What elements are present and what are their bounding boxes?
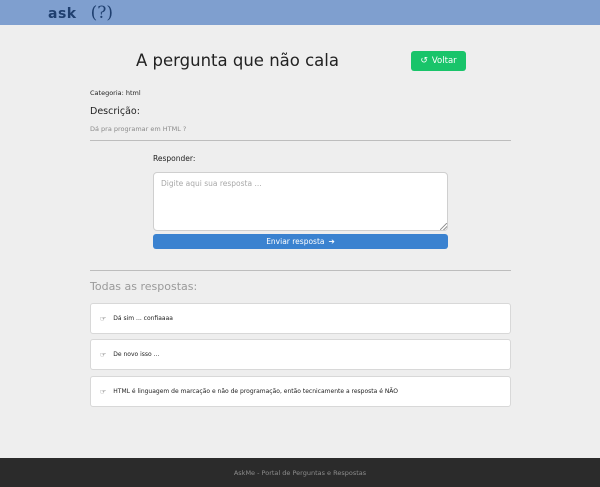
answer-text: Dá sim ... confiaaaa: [113, 315, 173, 322]
answer-text: De novo isso ...: [113, 351, 160, 358]
textarea-resize-handle[interactable]: [440, 223, 447, 230]
arrow-right-icon: ➔: [328, 237, 335, 246]
send-answer-button[interactable]: Enviar resposta ➔: [153, 234, 448, 249]
answer-item: ☞ De novo isso ...: [90, 339, 511, 370]
answer-item: ☞ HTML é linguagem de marcação e não de …: [90, 376, 511, 407]
thumbs-up-icon[interactable]: ☞: [100, 315, 106, 323]
footer-text: AskMe - Portal de Perguntas e Respostas: [233, 468, 367, 477]
description-text: Dá pra programar em HTML ?: [90, 125, 187, 133]
answers-heading: Todas as respostas:: [90, 280, 198, 293]
logo-question-mark: (?): [90, 3, 113, 23]
undo-icon: ↺: [420, 56, 428, 66]
page-title: A pergunta que não cala: [136, 51, 339, 70]
thumbs-up-icon[interactable]: ☞: [100, 351, 106, 359]
divider: [90, 140, 511, 141]
thumbs-up-icon[interactable]: ☞: [100, 388, 106, 396]
footer: AskMe - Portal de Perguntas e Respostas: [0, 458, 600, 487]
logo-text: ask: [48, 6, 77, 22]
reply-textarea[interactable]: [153, 172, 448, 231]
question-category: Categoria: html: [90, 89, 141, 97]
send-answer-label: Enviar resposta: [266, 237, 325, 246]
logo[interactable]: ask (?): [48, 3, 113, 23]
answer-item: ☞ Dá sim ... confiaaaa: [90, 303, 511, 334]
reply-label: Responder:: [153, 154, 196, 163]
back-button-label: Voltar: [431, 56, 457, 66]
top-navbar: ask (?): [0, 0, 600, 25]
description-heading: Descrição:: [90, 106, 140, 117]
answer-text: HTML é linguagem de marcação e não de pr…: [113, 388, 399, 395]
divider: [90, 270, 511, 271]
back-button[interactable]: ↺ Voltar: [411, 51, 466, 71]
